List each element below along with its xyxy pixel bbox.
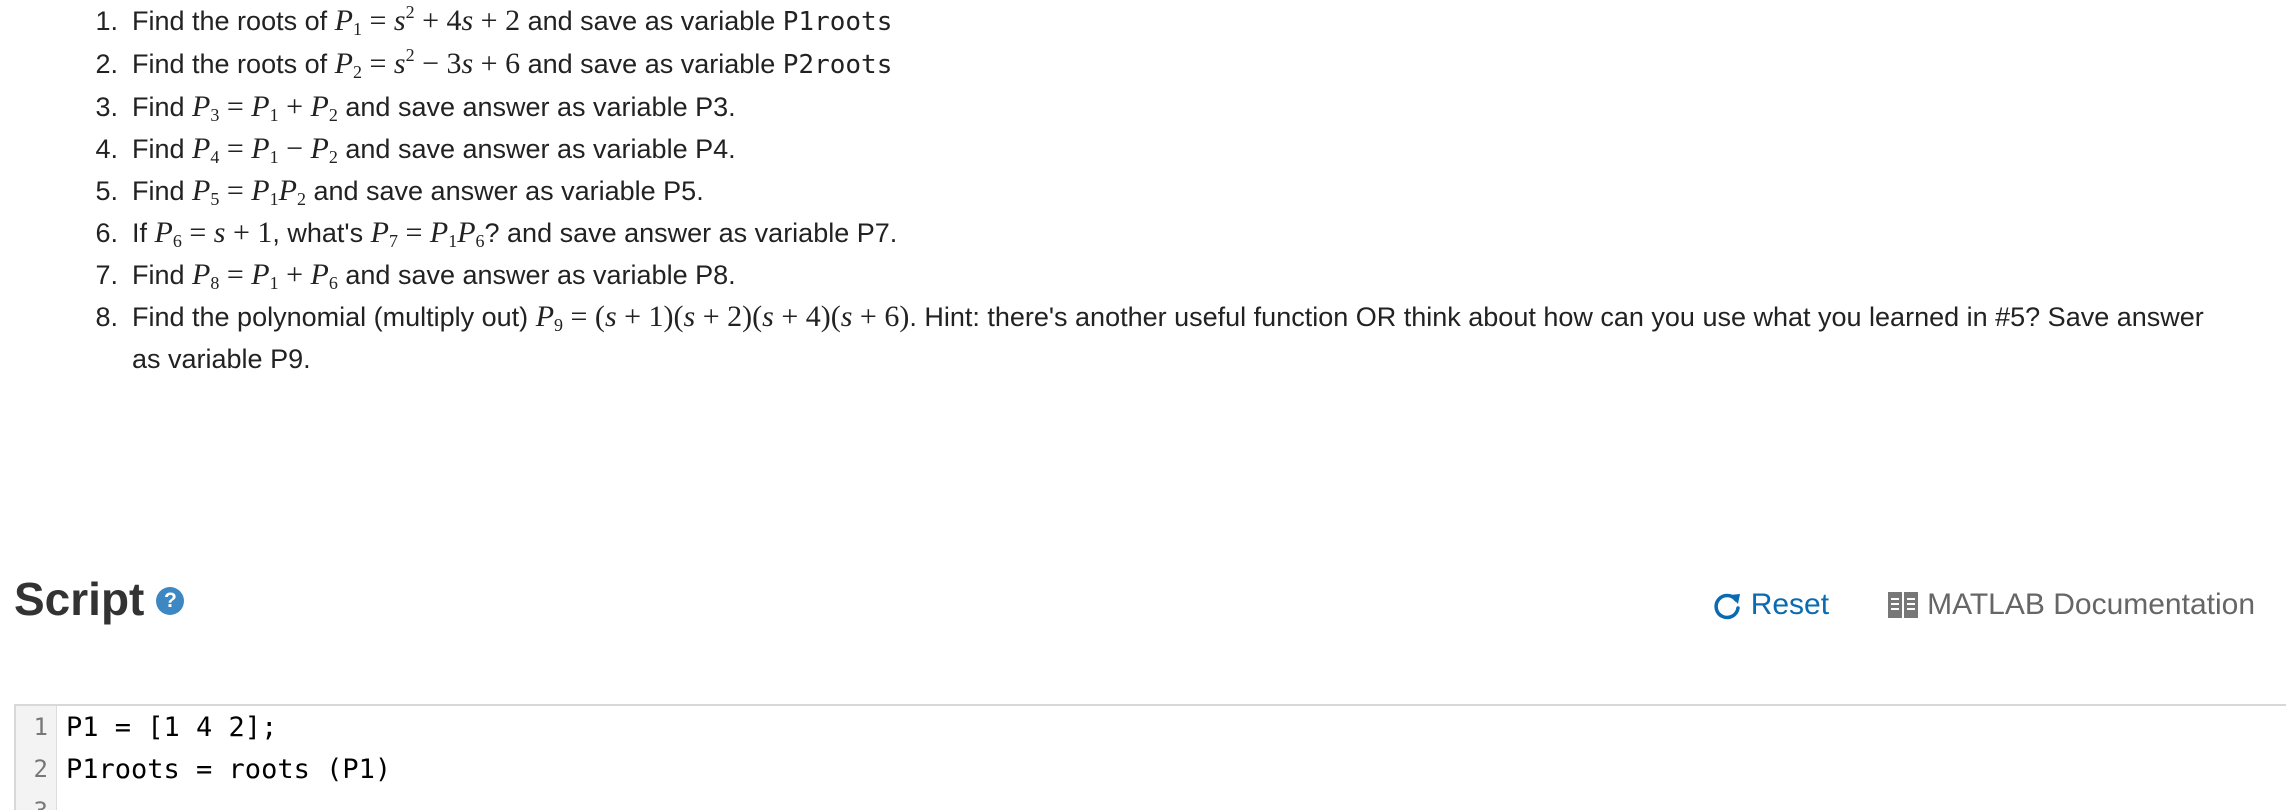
variable-name: P1roots	[782, 7, 893, 37]
task-number: 6.	[95, 218, 118, 248]
variable-name: P2roots	[782, 50, 893, 80]
task-text: Find the roots of	[132, 6, 328, 36]
code-editor[interactable]: 1 P1 = [1 4 2]; 2 P1roots = roots (P1) 3	[14, 704, 2286, 810]
code-line[interactable]: 1 P1 = [1 4 2];	[16, 706, 278, 748]
math-expression: P6 = s + 1	[154, 216, 273, 251]
math-expression: P3 = P1 + P2	[192, 90, 338, 125]
task-text: and save as variable	[527, 6, 776, 36]
refresh-icon	[1714, 593, 1740, 620]
book-icon	[1888, 592, 1919, 618]
task-item-6: 6. If P6 = s + 1, what's P7 = P1P6? and …	[70, 212, 2230, 254]
task-text: , what's	[272, 218, 364, 248]
matlab-documentation-link[interactable]: MATLAB Documentation	[1887, 588, 2255, 622]
task-item-3: 3. Find P3 = P1 + P2 and save answer as …	[70, 86, 2230, 128]
task-number: 7.	[95, 260, 118, 290]
task-text: Find the polynomial (multiply out)	[132, 302, 529, 332]
task-text: Find	[132, 176, 185, 206]
reset-label: Reset	[1750, 588, 1830, 621]
task-text: Find	[132, 92, 185, 122]
code-text[interactable]: P1 = [1 4 2];	[56, 712, 277, 743]
task-number: 3.	[95, 92, 118, 122]
question-circle-icon[interactable]: ?	[156, 587, 185, 615]
script-toolbar: Reset MATLAB Documentation	[1711, 588, 2255, 622]
task-text: If	[132, 218, 148, 248]
math-expression: P1 = s2 + 4s + 2	[334, 2, 521, 39]
task-list: 1. Find the roots of P1 = s2 + 4s + 2 an…	[70, 0, 2230, 380]
task-item-5: 5. Find P5 = P1P2 and save answer as var…	[70, 170, 2230, 212]
math-expression: P5 = P1P2	[192, 174, 306, 209]
code-text[interactable]: P1roots = roots (P1)	[56, 754, 391, 785]
task-text: and save answer as variable P4.	[345, 134, 736, 164]
reset-button[interactable]: Reset	[1711, 588, 1829, 622]
script-heading: Script ?	[14, 572, 185, 626]
task-text: and save answer as variable P5.	[313, 176, 704, 206]
task-text: Find	[132, 260, 185, 290]
math-expression: P9 = (s + 1)(s + 2)(s + 4)(s + 6)	[535, 300, 910, 335]
script-title: Script	[14, 573, 145, 625]
math-expression: P7 = P1P6	[370, 216, 485, 251]
code-line[interactable]: 3	[16, 790, 66, 810]
math-expression: P8 = P1 + P6	[192, 258, 338, 293]
task-item-8: 8. Find the polynomial (multiply out) P9…	[70, 296, 2230, 380]
math-expression: P4 = P1 − P2	[192, 132, 338, 167]
problem-page: 1. Find the roots of P1 = s2 + 4s + 2 an…	[0, 0, 2286, 810]
line-number: 1	[33, 713, 48, 741]
task-text: Find the roots of	[132, 49, 328, 79]
task-item-2: 2. Find the roots of P2 = s2 − 3s + 6 an…	[70, 43, 2230, 86]
task-text: and save answer as variable P8.	[345, 260, 736, 290]
task-number: 1.	[95, 6, 118, 36]
task-item-7: 7. Find P8 = P1 + P6 and save answer as …	[70, 254, 2230, 296]
task-text: and save answer as variable P3.	[345, 92, 736, 122]
task-item-1: 1. Find the roots of P1 = s2 + 4s + 2 an…	[70, 0, 2230, 43]
task-number: 2.	[95, 49, 118, 79]
task-text: Find	[132, 134, 185, 164]
code-line[interactable]: 2 P1roots = roots (P1)	[16, 748, 392, 790]
line-number: 3	[16, 797, 56, 810]
documentation-label: MATLAB Documentation	[1927, 588, 2255, 621]
task-text: ? and save answer as variable P7.	[484, 218, 898, 248]
task-text: and save as variable	[527, 49, 776, 79]
task-number: 8.	[95, 302, 118, 332]
task-number: 5.	[95, 176, 118, 206]
task-number: 4.	[95, 134, 118, 164]
math-expression: P2 = s2 − 3s + 6	[334, 45, 521, 82]
task-item-4: 4. Find P4 = P1 − P2 and save answer as …	[70, 128, 2230, 170]
line-number: 2	[33, 755, 48, 783]
